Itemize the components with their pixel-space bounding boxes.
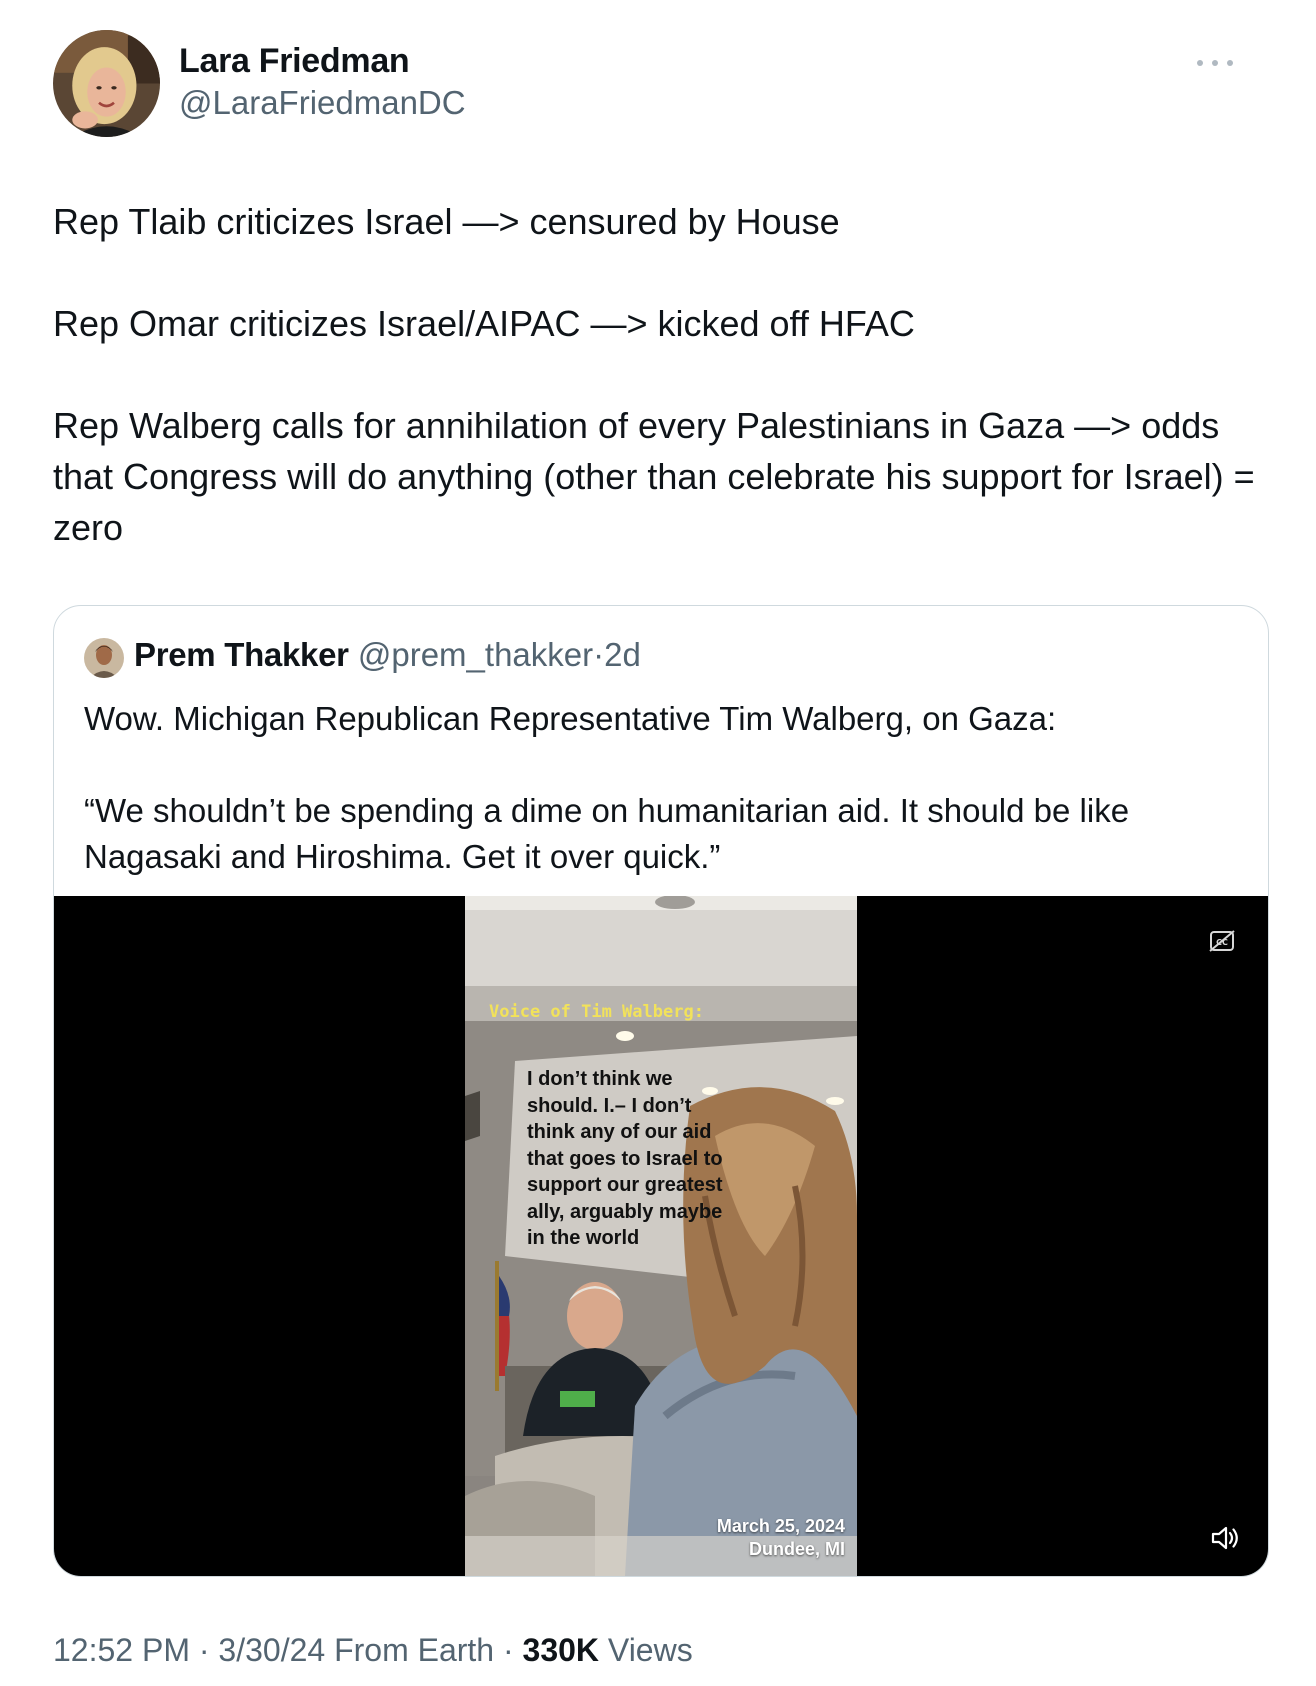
- quoted-paragraph: “We shouldn’t be spending a dime on huma…: [84, 792, 1130, 875]
- quoted-paragraph: Wow. Michigan Republican Representative …: [84, 700, 1057, 737]
- author-name[interactable]: Lara Friedman: [179, 42, 410, 81]
- volume-icon[interactable]: [1210, 1524, 1240, 1552]
- author-handle[interactable]: @LaraFriedmanDC: [179, 84, 466, 122]
- closed-captions-off-icon[interactable]: CC: [1208, 929, 1236, 953]
- more-horizontal-icon[interactable]: [1197, 50, 1233, 76]
- tweet-paragraph: Rep Walberg calls for annihilation of ev…: [53, 405, 1255, 548]
- profile-photo-icon: [84, 638, 124, 678]
- tweet-date-source[interactable]: 3/30/24 From Earth: [218, 1632, 494, 1668]
- video-caption-title: Voice of Tim Walberg:: [489, 1002, 704, 1022]
- separator-dot: ·: [593, 636, 605, 673]
- video-location-stamp: Dundee, MI: [748, 1539, 845, 1559]
- quoted-tweet-header: Prem Thakker @prem_thakker·2d: [134, 636, 641, 674]
- quoted-author-avatar[interactable]: [84, 638, 124, 678]
- separator-dot: ·: [494, 1632, 523, 1668]
- tweet: Lara Friedman @LaraFriedmanDC Rep Tlaib …: [0, 0, 1316, 1686]
- profile-photo-icon: [53, 30, 160, 137]
- tweet-time[interactable]: 12:52 PM: [53, 1632, 190, 1668]
- views-label: Views: [599, 1632, 693, 1668]
- quoted-tweet-card[interactable]: Prem Thakker @prem_thakker·2d Wow. Michi…: [53, 605, 1269, 1577]
- tweet-meta: 12:52 PM · 3/30/24 From Earth · 330K Vie…: [53, 1632, 693, 1669]
- views-count: 330K: [522, 1632, 600, 1668]
- quoted-author-name[interactable]: Prem Thakker: [134, 636, 349, 673]
- tweet-text: Rep Tlaib criticizes Israel —> censured …: [53, 196, 1273, 553]
- tweet-paragraph: Rep Omar criticizes Israel/AIPAC —> kick…: [53, 303, 915, 344]
- quoted-timestamp[interactable]: 2d: [604, 636, 641, 673]
- video-frame: Voice of Tim Walberg: I don’t think we s…: [465, 896, 857, 1576]
- video-caption-quote: I don’t think we should. I.– I don’t thi…: [527, 1068, 723, 1249]
- quoted-tweet-text: Wow. Michigan Republican Representative …: [84, 696, 1234, 880]
- tweet-paragraph: Rep Tlaib criticizes Israel —> censured …: [53, 201, 840, 242]
- author-avatar[interactable]: [53, 30, 160, 137]
- quoted-author-handle[interactable]: @prem_thakker: [358, 636, 593, 673]
- separator-dot: ·: [189, 1632, 219, 1668]
- video-date-stamp: March 25, 2024: [716, 1516, 845, 1536]
- video-player[interactable]: Voice of Tim Walberg: I don’t think we s…: [54, 896, 1268, 1576]
